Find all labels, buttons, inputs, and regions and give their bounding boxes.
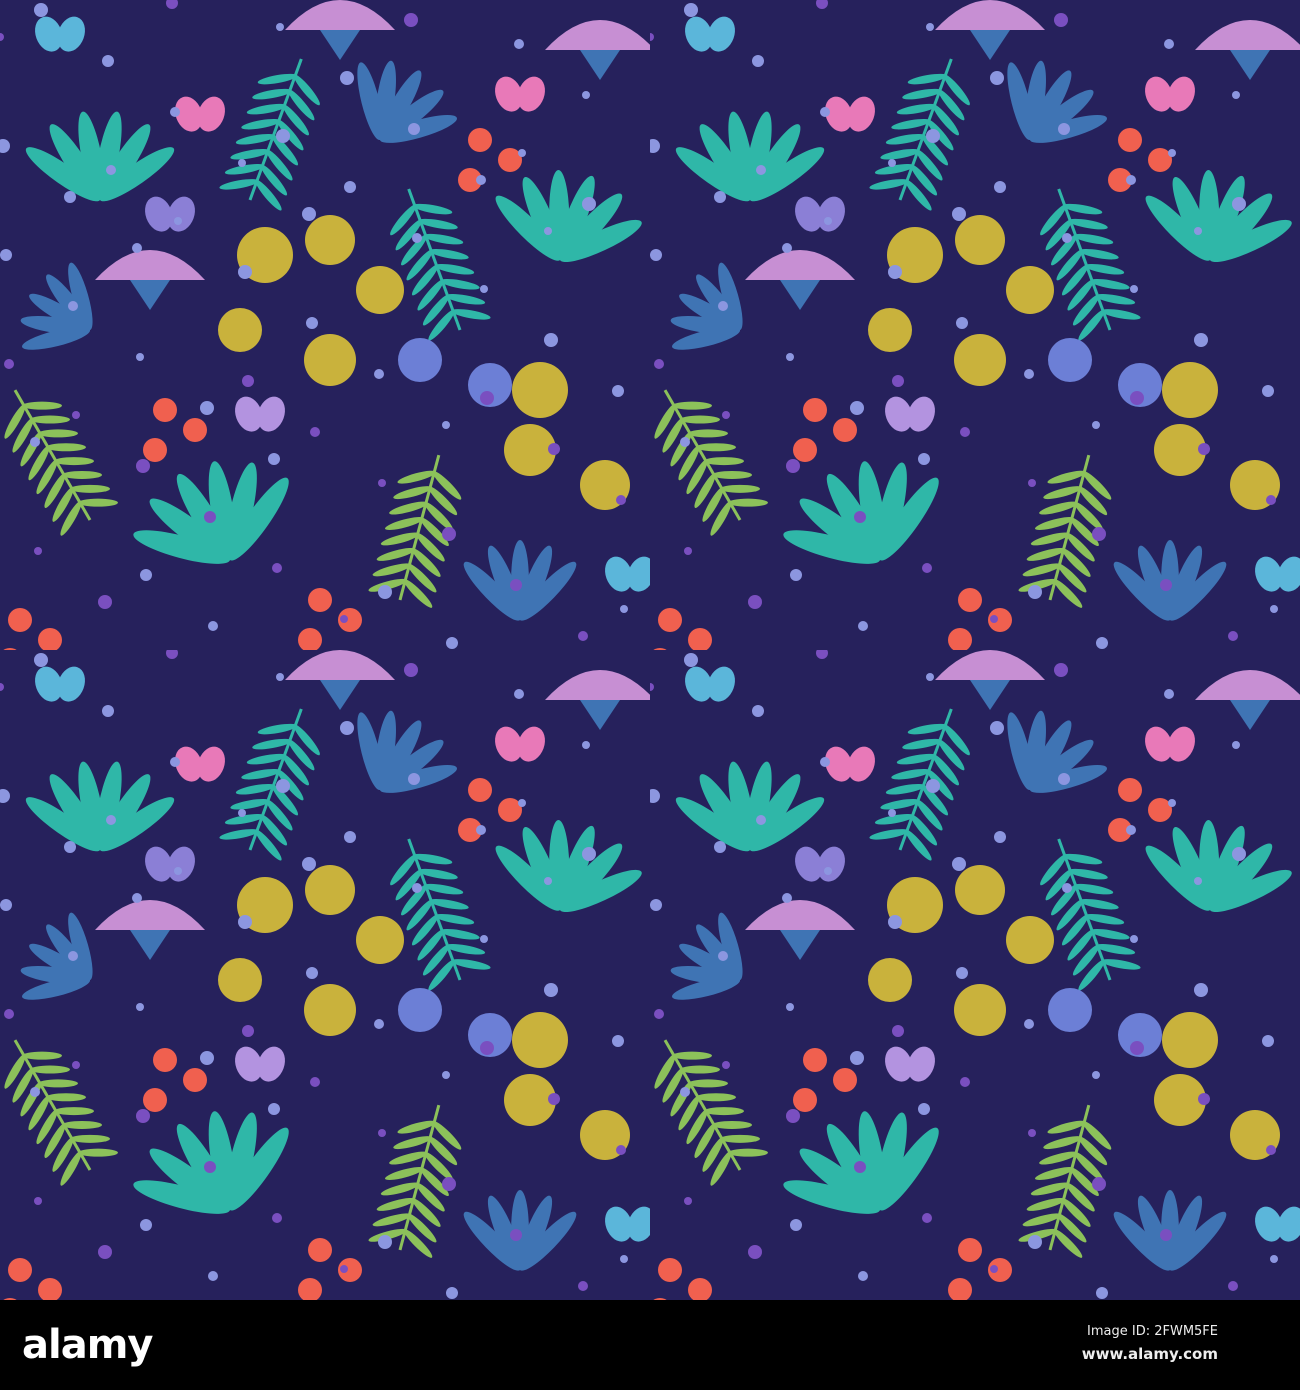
image-meta: Image ID: 2FWM5FE www.alamy.com	[1082, 1324, 1218, 1363]
alamy-logo: alamy	[22, 1322, 153, 1368]
stock-footer: alamy Image ID: 2FWM5FE www.alamy.com	[0, 1300, 1300, 1390]
floral-pattern-image	[0, 0, 1300, 1300]
pattern-fill	[0, 0, 1300, 1300]
image-id: Image ID: 2FWM5FE	[1087, 1324, 1218, 1339]
website-link: www.alamy.com	[1081, 1345, 1218, 1363]
